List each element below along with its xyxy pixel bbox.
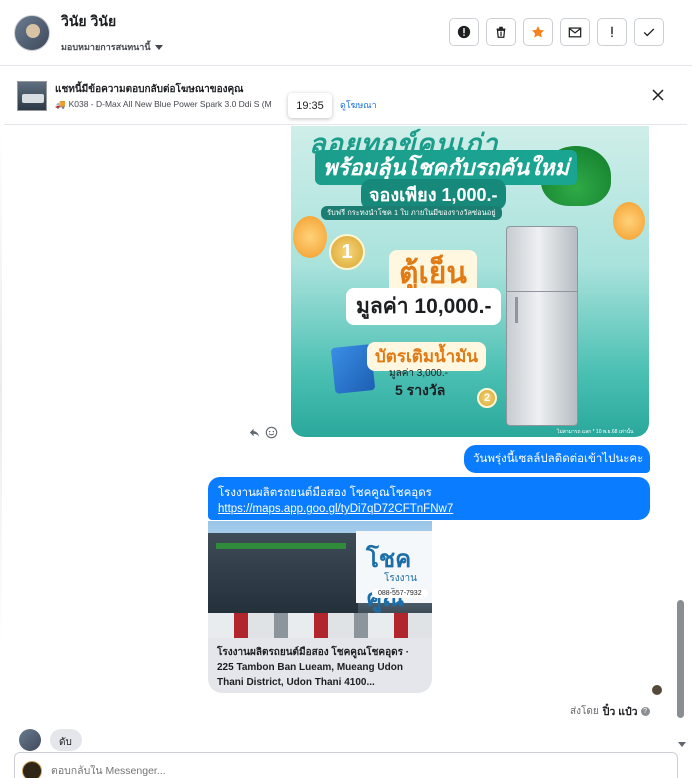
second-prize-value: มูลค่า 3,000.- xyxy=(389,368,448,379)
maps-link[interactable]: https://maps.app.goo.gl/tyDi7qD72CFTnFNw… xyxy=(218,501,640,517)
ad-reply-banner: แชทนี้มีข้อความตอบกลับต่อโฆษณาของคุณ 🚚 K0… xyxy=(4,67,687,125)
message-timestamp-tooltip: 19:35 xyxy=(288,93,332,118)
star-icon xyxy=(531,26,545,38)
contact-name[interactable]: วินัย วินัย xyxy=(61,11,163,33)
delete-button[interactable] xyxy=(486,18,516,46)
reply-icon[interactable] xyxy=(248,426,261,439)
page-avatar xyxy=(22,761,42,778)
priority-button[interactable] xyxy=(597,18,627,46)
parked-cars xyxy=(208,613,432,638)
message-text: โรงงานผลิตรถยนต์มือสอง โชคคูณโชคอุดร xyxy=(218,487,432,499)
scrollbar-thumb[interactable] xyxy=(677,600,684,718)
link-preview-title: โรงงานผลิตรถยนต์มือสอง โชคคูณโชคอุดร xyxy=(217,647,403,658)
outgoing-message[interactable]: วันพรุ่งนี้เซลล์ปลดิดต่อเข้าไปนะคะ xyxy=(464,445,650,473)
outgoing-message-with-link[interactable]: โรงงานผลิตรถยนต์มือสอง โชคคูณโชคอุดร htt… xyxy=(208,477,650,520)
caret-down-icon xyxy=(154,44,163,50)
mark-unread-button[interactable] xyxy=(560,18,590,46)
contact-info: วินัย วินัย มอบหมายการสนทนานี้ xyxy=(61,11,163,54)
assign-label: มอบหมายการสนทนานี้ xyxy=(61,42,151,52)
incoming-message[interactable]: ดับ xyxy=(50,729,82,751)
contact-avatar[interactable] xyxy=(14,14,50,51)
react-smiley-icon[interactable] xyxy=(265,426,278,439)
promo-image-message[interactable]: ลอยทุกข์คนเก่า พร้อมลุ้นโชคกับรถคันใหม่ … xyxy=(291,126,649,437)
check-icon xyxy=(643,28,655,37)
trash-icon xyxy=(496,26,506,38)
first-prize-medal: 1 xyxy=(329,234,365,270)
messenger-conversation-panel: วินัย วินัย มอบหมายการสนทนานี้ แชทนี้มีข… xyxy=(0,0,692,778)
assign-conversation-dropdown[interactable]: มอบหมายการสนทนานี้ xyxy=(61,40,163,54)
scroll-down-arrow[interactable] xyxy=(678,742,686,747)
sender-name: ปิ๋ว แป๋ว xyxy=(602,706,638,718)
ad-banner-title: แชทนี้มีข้อความตอบกลับต่อโฆษณาของคุณ xyxy=(55,84,244,95)
star-button[interactable] xyxy=(523,18,553,46)
lantern-decoration xyxy=(613,202,645,240)
shop-sign-phone: 088-557-7932 xyxy=(372,589,428,598)
link-preview-card[interactable]: โชคคูณ โรงงานผลิต แ 088-557-7932 โรงงานผ… xyxy=(208,521,432,693)
sent-by-label: ส่งโดย xyxy=(570,706,599,717)
envelope-icon xyxy=(568,27,582,38)
showroom-building xyxy=(208,533,358,613)
promo-free-gift: รับฟรี กระทงนำโชค 1 ใบ ภายในมีของรางวัลซ… xyxy=(321,206,502,220)
mark-spam-button[interactable] xyxy=(449,18,479,46)
conversation-header: วินัย วินัย มอบหมายการสนทนานี้ xyxy=(0,0,692,66)
exclamation-icon xyxy=(611,26,613,38)
alert-circle-icon xyxy=(457,25,471,39)
ad-thumbnail[interactable] xyxy=(17,81,47,111)
view-ad-link[interactable]: ดูโฆษณา xyxy=(340,98,377,112)
mark-done-button[interactable] xyxy=(634,18,664,46)
refrigerator-image xyxy=(506,226,578,426)
truck-icon: 🚚 xyxy=(55,99,66,109)
seen-indicator-avatar xyxy=(652,685,662,695)
incoming-avatar xyxy=(19,729,41,751)
second-prize-count: 5 รางวัล xyxy=(395,382,446,398)
sent-by-info: ส่งโดย ปิ๋ว แป๋ว ? xyxy=(570,703,650,720)
first-prize-value: มูลค่า 10,000.- xyxy=(346,288,502,325)
lantern-decoration xyxy=(293,216,327,258)
link-preview-image: โชคคูณ โรงงานผลิต แ 088-557-7932 xyxy=(208,521,432,638)
panel-divider xyxy=(0,128,2,648)
promo-fine-print: ไม่สามารถ แลก * 10 พ.ย.68 เท่านั้น xyxy=(557,429,634,435)
link-preview-text: โรงงานผลิตรถยนต์มือสอง โชคคูณโชคอุดร · 2… xyxy=(217,645,425,690)
info-icon[interactable]: ? xyxy=(640,707,650,716)
reply-input[interactable] xyxy=(51,765,451,777)
close-icon[interactable] xyxy=(651,88,665,102)
second-prize-medal: 2 xyxy=(477,388,497,408)
ad-name: K038 - D-Max All New Blue Power Spark 3.… xyxy=(68,99,272,109)
message-actions xyxy=(248,426,278,439)
ad-banner-subtitle: 🚚 K038 - D-Max All New Blue Power Spark 3… xyxy=(55,99,272,110)
reply-composer xyxy=(14,752,678,778)
header-actions xyxy=(449,18,664,46)
